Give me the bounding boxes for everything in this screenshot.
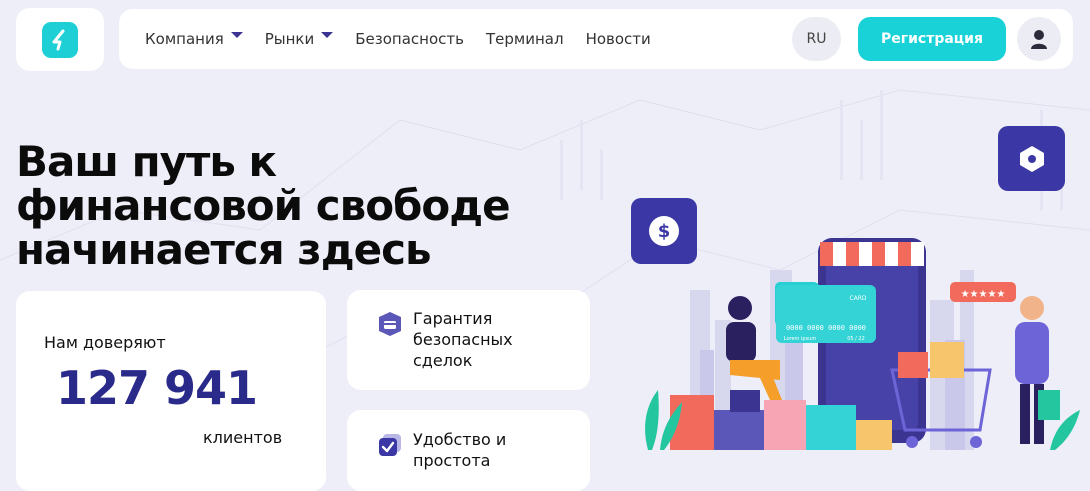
nav-item-label: Компания xyxy=(145,30,224,48)
rating-stars: ★★★★★ xyxy=(961,289,1006,300)
top-nav-bar: Компания Рынки Безопасность Терминал Нов… xyxy=(119,9,1073,69)
hero-title-line: Ваш путь к xyxy=(16,137,277,186)
card-expiry: 05 / 22 xyxy=(847,336,865,342)
feature-line: Гарантия xyxy=(413,309,493,328)
register-button[interactable]: Регистрация xyxy=(858,17,1006,61)
card-number: 0000 0000 0000 0000 xyxy=(786,324,866,332)
nav-item-label: Безопасность xyxy=(355,30,464,48)
feature-card-ease: Удобство и простота xyxy=(347,410,590,491)
nav-item-news[interactable]: Новости xyxy=(586,30,651,48)
user-profile-button[interactable] xyxy=(1017,17,1061,61)
feature-line: Удобство и xyxy=(413,430,507,449)
nav-item-terminal[interactable]: Терминал xyxy=(486,30,564,48)
feature-text: Гарантия безопасных сделок xyxy=(413,308,513,371)
nav-links: Компания Рынки Безопасность Терминал Нов… xyxy=(145,9,651,69)
nav-item-label: Рынки xyxy=(264,30,315,48)
hexagon-tile xyxy=(998,126,1065,191)
checkbox-icon xyxy=(379,434,401,456)
card-label: CARD xyxy=(849,295,866,302)
nav-item-label: Терминал xyxy=(485,30,564,48)
clients-count: 127 941 xyxy=(56,361,258,415)
chevron-down-icon xyxy=(230,32,243,38)
feature-line: сделок xyxy=(413,351,473,370)
clients-label: Нам доверяют xyxy=(44,333,166,352)
feature-line: безопасных xyxy=(413,330,513,349)
hero-title-line: финансовой свободе xyxy=(16,181,511,230)
logo-box[interactable] xyxy=(16,8,104,71)
nav-item-markets[interactable]: Рынки xyxy=(265,30,334,48)
shield-card-icon xyxy=(379,312,401,336)
clients-card: Нам доверяют 127 941 клиентов xyxy=(16,291,326,491)
clients-suffix: клиентов xyxy=(203,428,283,447)
language-button[interactable]: RU xyxy=(792,17,841,61)
nav-item-label: Новости xyxy=(585,30,651,48)
chevron-down-icon xyxy=(321,32,334,38)
logo-icon xyxy=(42,21,78,58)
hero-illustration: % CARD 0000 0000 0000 0000 Lorem ipsum 0… xyxy=(630,238,1090,491)
user-icon xyxy=(1031,30,1047,49)
nav-item-company[interactable]: Компания xyxy=(145,30,243,48)
hero-title-line: начинается здесь xyxy=(16,225,432,274)
feature-text: Удобство и простота xyxy=(413,429,506,471)
feature-line: простота xyxy=(413,451,491,470)
feature-card-guarantee: Гарантия безопасных сделок xyxy=(347,290,590,390)
hexagon-icon xyxy=(1019,145,1044,172)
card-holder: Lorem ipsum xyxy=(784,336,817,342)
hero-title: Ваш путь к финансовой свободе начинается… xyxy=(16,140,616,272)
nav-item-security[interactable]: Безопасность xyxy=(355,30,464,48)
